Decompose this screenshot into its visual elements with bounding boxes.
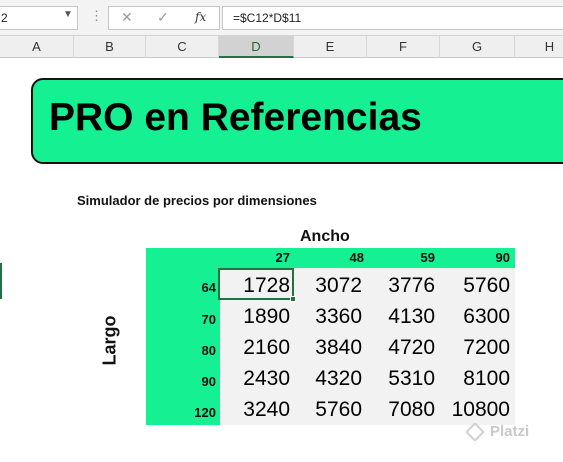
column-header-c[interactable]: C [146, 36, 219, 58]
ancho-value[interactable]: 27 [220, 250, 290, 265]
largo-value[interactable]: 120 [146, 405, 216, 420]
table-cell[interactable]: 1890 [220, 301, 290, 332]
table-cell[interactable]: 5760 [294, 394, 362, 425]
platzi-logo-icon [465, 422, 485, 442]
largo-value[interactable]: 80 [146, 343, 216, 358]
formula-input[interactable]: =$C12*D$11 [222, 6, 563, 30]
column-header-e[interactable]: E [294, 36, 367, 58]
title-banner[interactable]: PRO en Referencias [31, 78, 563, 164]
fill-handle[interactable] [290, 296, 296, 302]
confirm-icon[interactable]: ✓ [157, 9, 169, 26]
watermark: Platzi [490, 423, 530, 440]
page-title: PRO en Referencias [49, 96, 422, 139]
column-header-row: A B C D E F G H [0, 36, 563, 58]
largo-value[interactable]: 90 [146, 374, 216, 389]
table-cell[interactable]: 7080 [367, 394, 435, 425]
table-cell[interactable]: 3776 [367, 270, 435, 301]
row-selection-indicator [0, 263, 2, 299]
table-cell[interactable]: 4130 [367, 301, 435, 332]
column-header-b[interactable]: B [74, 36, 146, 58]
table-cell[interactable]: 3072 [294, 270, 362, 301]
insert-function-icon[interactable]: fx [195, 10, 206, 24]
chevron-down-icon[interactable]: ▼ [63, 9, 73, 20]
column-header-d[interactable]: D [219, 36, 294, 58]
column-header-g[interactable]: G [440, 36, 515, 58]
table-cell[interactable]: 7200 [440, 332, 510, 363]
largo-label[interactable]: Largo [100, 315, 121, 365]
column-header-a[interactable]: A [0, 36, 74, 58]
table-cell[interactable]: 4320 [294, 363, 362, 394]
cancel-icon[interactable]: ✕ [121, 9, 133, 26]
column-header-h[interactable]: H [515, 36, 563, 58]
table-cell[interactable]: 3240 [220, 394, 290, 425]
table-cell[interactable]: 5310 [367, 363, 435, 394]
table-cell[interactable]: 2430 [220, 363, 290, 394]
table-cell[interactable]: 10800 [440, 394, 510, 425]
table-cell[interactable]: 4720 [367, 332, 435, 363]
largo-value[interactable]: 64 [146, 280, 216, 295]
ancho-value[interactable]: 90 [440, 250, 510, 265]
table-cell[interactable]: 3360 [294, 301, 362, 332]
largo-value[interactable]: 70 [146, 312, 216, 327]
ancho-value[interactable]: 59 [367, 250, 435, 265]
table-cell[interactable]: 3840 [294, 332, 362, 363]
active-cell-border [218, 268, 294, 300]
ancho-value[interactable]: 48 [294, 250, 364, 265]
column-header-f[interactable]: F [367, 36, 440, 58]
ancho-label[interactable]: Ancho [300, 228, 350, 246]
formula-actions: ✕ ✓ fx [108, 6, 220, 30]
table-cell[interactable]: 8100 [440, 363, 510, 394]
more-options-icon[interactable]: ⋮ [90, 8, 103, 24]
formula-bar: 2 ▼ ⋮ ✕ ✓ fx =$C12*D$11 [0, 0, 563, 36]
subtitle[interactable]: Simulador de precios por dimensiones [77, 193, 317, 208]
table-cell[interactable]: 5760 [440, 270, 510, 301]
table-cell[interactable]: 6300 [440, 301, 510, 332]
table-cell[interactable]: 2160 [220, 332, 290, 363]
